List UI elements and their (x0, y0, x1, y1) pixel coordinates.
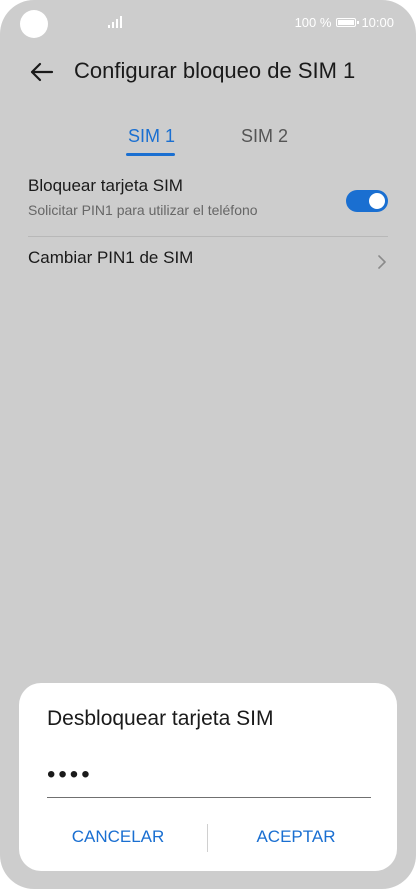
pin-input-value: •••• (47, 761, 93, 788)
status-bar: 100 % 10:00 (0, 0, 416, 46)
chevron-right-icon (378, 255, 386, 269)
change-pin-setting[interactable]: Cambiar PIN1 de SIM (28, 248, 388, 282)
signal-icon (108, 16, 122, 28)
battery-percentage: 100 % (294, 15, 332, 30)
tab-sim-2[interactable]: SIM 2 (241, 126, 288, 147)
front-camera (20, 10, 48, 38)
change-pin-title: Cambiar PIN1 de SIM (28, 248, 194, 267)
lock-sim-subtitle: Solicitar PIN1 para utilizar el teléfono (28, 202, 258, 218)
phone-screen: 100 % 10:00 Configurar bloqueo de SIM 1 … (0, 0, 416, 889)
battery-icon (336, 18, 360, 27)
cancel-button[interactable]: CANCELAR (28, 819, 208, 855)
page-title: Configurar bloqueo de SIM 1 (74, 58, 356, 83)
accept-button[interactable]: ACEPTAR (206, 819, 386, 855)
clock: 10:00 (361, 15, 394, 30)
lock-sim-toggle[interactable] (346, 190, 388, 212)
arrow-left-icon[interactable] (26, 56, 58, 88)
unlock-sim-dialog: Desbloquear tarjeta SIM •••• CANCELAR AC… (19, 683, 397, 871)
pin-input[interactable]: •••• (47, 759, 371, 798)
list-divider (28, 236, 388, 237)
status-right: 100 % 10:00 (295, 15, 394, 30)
toggle-knob (369, 193, 385, 209)
dialog-title: Desbloquear tarjeta SIM (47, 707, 274, 730)
lock-sim-title: Bloquear tarjeta SIM (28, 176, 183, 195)
lock-sim-setting[interactable]: Bloquear tarjeta SIM Solicitar PIN1 para… (28, 176, 388, 236)
tab-sim-1[interactable]: SIM 1 (128, 126, 175, 147)
active-tab-indicator (126, 153, 175, 156)
